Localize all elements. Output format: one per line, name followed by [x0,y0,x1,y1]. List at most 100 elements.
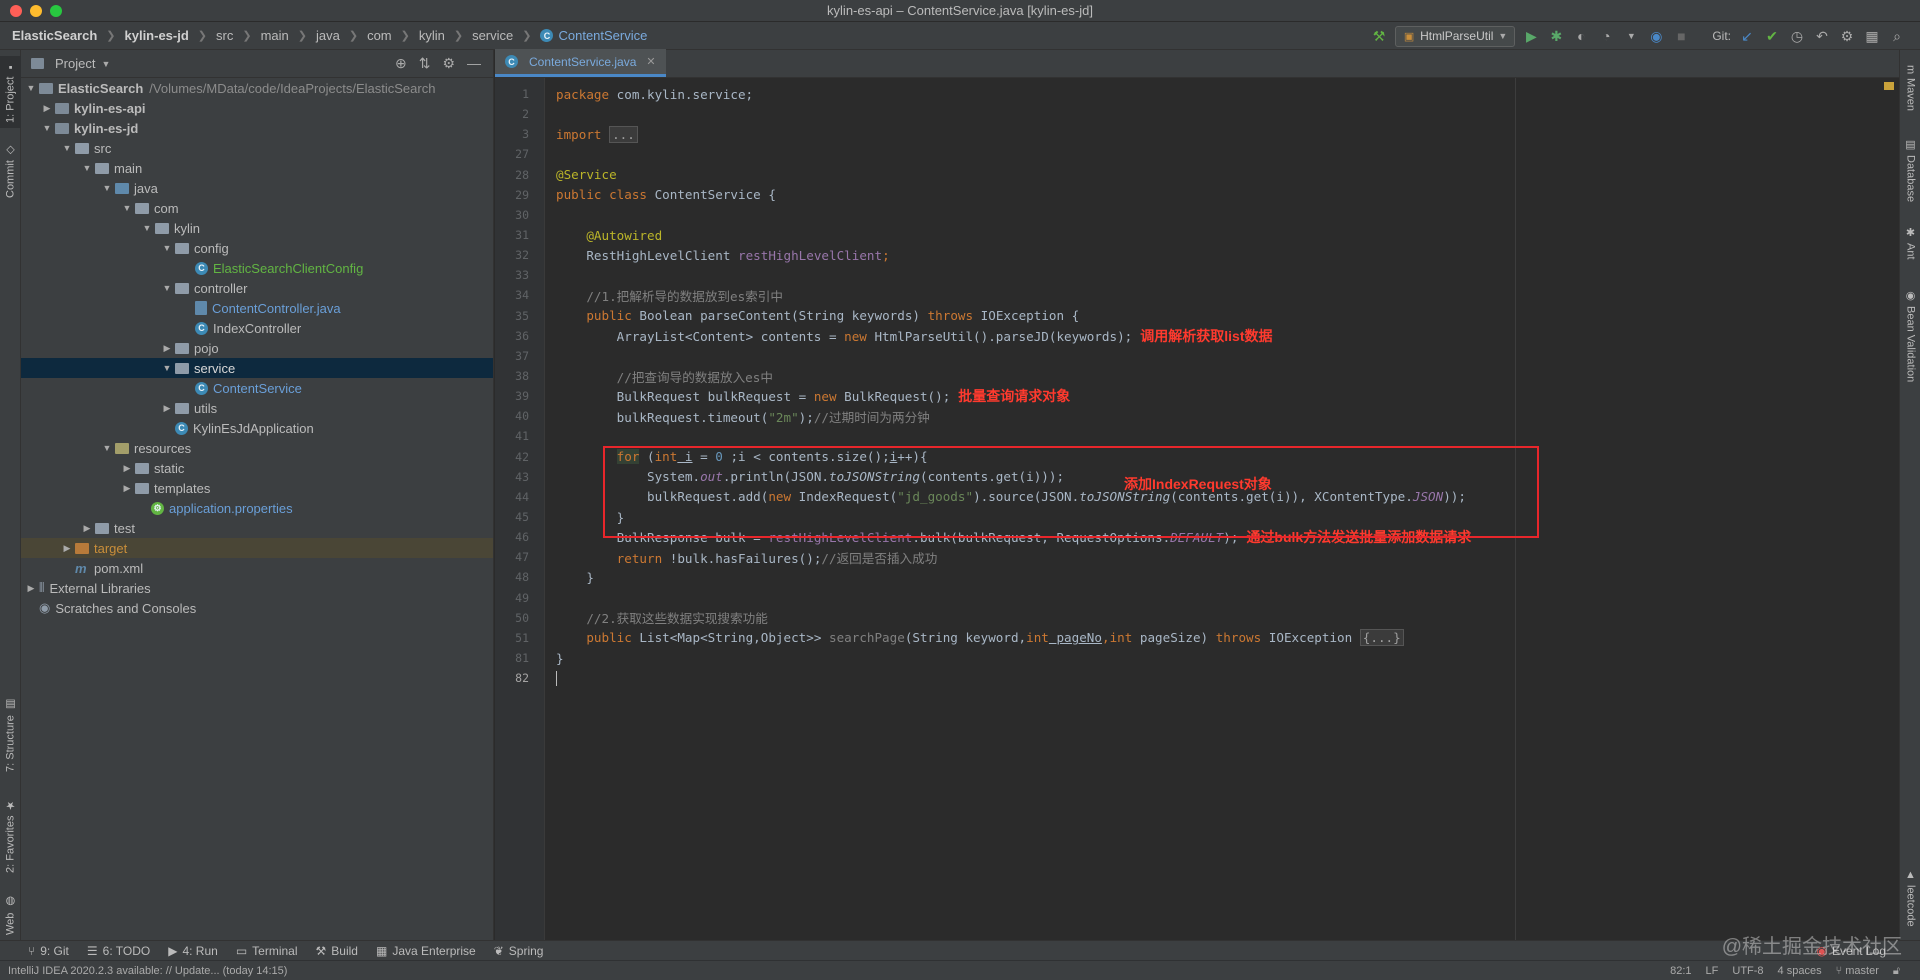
rollback-icon[interactable]: ↶ [1813,27,1831,45]
code-text: .bulk(bulkRequest, RequestOptions. [912,530,1171,546]
indent-setting[interactable]: 4 spaces [1778,965,1822,977]
database-tool-tab[interactable]: ▤ Database [1900,130,1920,210]
close-icon[interactable]: ✕ [646,55,655,68]
git-update-icon[interactable]: ↙ [1738,27,1756,45]
breadcrumb-item[interactable]: main [261,28,289,43]
settings-icon[interactable]: ⚙ [1838,27,1856,45]
tree-item[interactable]: ▶ templates [21,478,493,498]
tree-item[interactable]: C ContentService [21,378,493,398]
tree-item[interactable]: ▼ ElasticSearch/Volumes/MData/code/IdeaPr… [21,78,493,98]
lock-icon[interactable]: 🔓︎ [1893,965,1900,978]
tab-content-service[interactable]: C ContentService.java ✕ [495,49,666,77]
web-tool-tab[interactable]: Web ◍ [0,892,21,938]
breadcrumb-item[interactable]: kylin [419,28,445,43]
debug-icon[interactable]: ✱ [1547,27,1565,45]
coverage-icon[interactable]: ◐ [1572,27,1590,45]
tree-item[interactable]: ▼ main [21,158,493,178]
tree-item[interactable]: ▶ utils [21,398,493,418]
tab-git[interactable]: ⑂ 9: Git [28,944,69,958]
tree-item[interactable]: ◉ Scratches and Consoles [21,598,493,618]
tab-run[interactable]: ▶ 4: Run [168,944,218,958]
warning-marker[interactable] [1884,82,1894,90]
close-window-button[interactable] [10,5,22,17]
git-history-icon[interactable]: ◷ [1788,27,1806,45]
breadcrumb-item[interactable]: java [316,28,340,43]
tab-build[interactable]: ⚒ Build [316,944,358,958]
tree-item[interactable]: ▶ static [21,458,493,478]
code-area[interactable]: 1 package com.kylin.service; 2 3 import ..… [515,78,1899,940]
run-icon[interactable]: ▶ [1522,27,1540,45]
tree-item[interactable]: C IndexController [21,318,493,338]
git-commit-icon[interactable]: ✔ [1763,27,1781,45]
status-message[interactable]: IntelliJ IDEA 2020.2.3 available: // Upd… [8,965,287,977]
tree-item[interactable]: ▶ pojo [21,338,493,358]
caret-position[interactable]: 82:1 [1670,965,1691,977]
favorites-tool-tab[interactable]: 2: Favorites ★ [0,788,21,884]
tree-item[interactable]: ▶ test [21,518,493,538]
code-line: 2 [522,104,1899,124]
locate-icon[interactable]: ⊕ [395,55,407,72]
tab-todo[interactable]: ☰ 6: TODO [87,944,150,958]
breadcrumb-item[interactable]: ElasticSearch [12,28,97,43]
tree-item[interactable]: ▶ target [21,538,493,558]
stop-icon[interactable]: ■ [1672,27,1690,45]
class-icon: C [195,381,208,395]
bean-validation-tool-tab[interactable]: ◉ Bean Validation [1900,276,1920,396]
gear-icon[interactable]: ⚙ [442,55,455,72]
tree-item[interactable]: ▼ kylin [21,218,493,238]
tree-item[interactable]: ▼ com [21,198,493,218]
tree-item[interactable]: ⚙ application.properties [21,498,493,518]
attach-debugger-icon[interactable]: ◉ [1647,27,1665,45]
tree-item-selected[interactable]: ▼ service [21,358,493,378]
maven-tool-tab[interactable]: m Maven [1900,58,1920,118]
build-hammer-icon[interactable]: ⚒ [1370,27,1388,45]
tree-item[interactable]: ▼ resources [21,438,493,458]
code-line: 38 //把查询导的数据放入es中 [515,366,1899,386]
tree-item[interactable]: ▶ kylin-es-api [21,98,493,118]
git-branch-widget[interactable]: ⑂ master [1836,965,1879,977]
search-icon[interactable]: ⌕ [1888,27,1906,45]
code-line: 46 BulkResponse bulk = restHighLevelClie… [515,527,1899,547]
project-structure-icon[interactable]: ▦ [1863,27,1881,45]
tree-item[interactable]: C ElasticSearchClientConfig [21,258,493,278]
folded-method-body[interactable]: {...} [1359,629,1404,647]
line-separator[interactable]: LF [1706,965,1719,977]
tree-item[interactable]: ContentController.java [21,298,493,318]
breadcrumb-item[interactable]: service [472,28,513,43]
tab-spring[interactable]: ❦ Spring [494,944,544,958]
profiler-icon[interactable]: ◔ [1597,27,1615,45]
ant-tool-tab[interactable]: ✱ Ant [1900,218,1920,268]
minimize-window-button[interactable] [30,5,42,17]
tree-item[interactable]: ▼ kylin-es-jd [21,118,493,138]
breadcrumb-item[interactable]: kylin-es-jd [125,28,189,43]
tree-item[interactable]: ▼ java [21,178,493,198]
tab-java-enterprise[interactable]: ▦ Java Enterprise [376,944,476,958]
class-icon: C [540,29,554,42]
tree-item[interactable]: m pom.xml [21,558,493,578]
tree-item[interactable]: C KylinEsJdApplication [21,418,493,438]
tree-item[interactable]: ▶ ⫴ External Libraries [21,578,493,598]
tab-terminal[interactable]: ▭ Terminal [236,944,298,958]
breadcrumb-item[interactable]: src [216,28,233,43]
collapse-all-icon[interactable]: ⇅ [419,55,431,72]
tree-item[interactable]: ▼ src [21,138,493,158]
chevron-down-icon[interactable]: ▼ [1622,27,1640,45]
breadcrumb-item[interactable]: com [367,28,392,43]
chevron-down-icon[interactable]: ▼ [101,59,110,69]
structure-tool-tab[interactable]: 7: Structure ▤ [0,690,21,780]
leetcode-tool-tab[interactable]: ▲ leetcode [1900,860,1920,936]
hide-icon[interactable]: — [467,55,481,72]
code-line: 45 } [515,507,1899,527]
code-text: IndexRequest( [791,489,898,505]
commit-tool-tab[interactable]: Commit ◇ [0,136,21,206]
tree-item[interactable]: ▼ controller [21,278,493,298]
breadcrumb-item[interactable]: ContentService [558,28,647,43]
folded-imports[interactable]: ... [609,125,638,143]
file-encoding[interactable]: UTF-8 [1732,965,1763,977]
zoom-window-button[interactable] [50,5,62,17]
tree-item-label: test [114,520,135,536]
tree-item[interactable]: ▼ config [21,238,493,258]
project-panel-title[interactable]: Project [55,56,95,71]
run-configuration-select[interactable]: ▣ HtmlParseUtil ▼ [1395,25,1516,47]
project-tool-tab[interactable]: 1: Project ▪ [0,56,21,128]
